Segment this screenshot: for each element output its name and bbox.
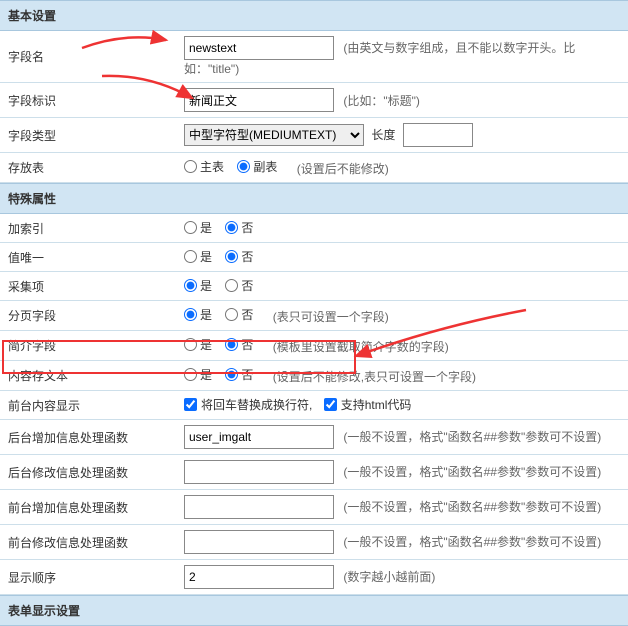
hint-paging: (表只可设置一个字段) xyxy=(273,310,389,324)
hint-storage-table: (设置后不能修改) xyxy=(297,162,389,176)
radio-paging-no[interactable]: 否 xyxy=(225,306,253,323)
radio-savetxt-yes[interactable]: 是 xyxy=(184,366,212,383)
check-br[interactable]: 将回车替换成换行符, xyxy=(184,396,312,413)
label-front-add-fn: 前台增加信息处理函数 xyxy=(0,490,176,525)
label-disp-order: 显示顺序 xyxy=(0,560,176,595)
hint-field-caption: (比如："标题") xyxy=(343,94,420,108)
label-backend-add-fn: 后台增加信息处理函数 xyxy=(0,420,176,455)
hint-backend-edit-fn: (一般不设置，格式"函数名##参数"参数可不设置) xyxy=(343,465,601,479)
hint-backend-add-fn: (一般不设置，格式"函数名##参数"参数可不设置) xyxy=(343,430,601,444)
hint-savetxt: (设置后不能修改,表只可设置一个字段) xyxy=(273,370,476,384)
input-backend-edit-fn[interactable] xyxy=(184,460,334,484)
input-length[interactable] xyxy=(403,123,473,147)
section-basic: 基本设置 xyxy=(0,0,628,31)
label-storage-table: 存放表 xyxy=(0,153,176,183)
hint-intro: (模板里设置截取简介字数的字段) xyxy=(273,340,449,354)
label-field-type: 字段类型 xyxy=(0,118,176,153)
input-backend-add-fn[interactable] xyxy=(184,425,334,449)
radio-collect-yes[interactable]: 是 xyxy=(184,277,212,294)
check-html[interactable]: 支持html代码 xyxy=(324,396,412,413)
radio-main-table[interactable]: 主表 xyxy=(184,158,224,175)
input-field-name[interactable] xyxy=(184,36,334,60)
label-field-name: 字段名 xyxy=(0,31,176,83)
label-add-index: 加索引 xyxy=(0,214,176,243)
radio-index-yes[interactable]: 是 xyxy=(184,219,212,236)
radio-paging-yes[interactable]: 是 xyxy=(184,306,212,323)
label-collect: 采集项 xyxy=(0,272,176,301)
section-formdisp: 表单显示设置 xyxy=(0,595,628,626)
radio-intro-no[interactable]: 否 xyxy=(225,336,253,353)
radio-savetxt-no[interactable]: 否 xyxy=(225,366,253,383)
input-disp-order[interactable] xyxy=(184,565,334,589)
section-special: 特殊属性 xyxy=(0,183,628,214)
input-front-edit-fn[interactable] xyxy=(184,530,334,554)
input-field-caption[interactable] xyxy=(184,88,334,112)
radio-sub-table[interactable]: 副表 xyxy=(237,158,277,175)
radio-unique-yes[interactable]: 是 xyxy=(184,248,212,265)
select-field-type[interactable]: 中型字符型(MEDIUMTEXT) xyxy=(184,124,364,146)
hint-disp-order: (数字越小越前面) xyxy=(343,570,435,584)
label-length: 长度 xyxy=(371,128,395,142)
label-paging: 分页字段 xyxy=(0,301,176,331)
label-backend-edit-fn: 后台修改信息处理函数 xyxy=(0,455,176,490)
label-front-edit-fn: 前台修改信息处理函数 xyxy=(0,525,176,560)
radio-index-no[interactable]: 否 xyxy=(225,219,253,236)
radio-intro-yes[interactable]: 是 xyxy=(184,336,212,353)
radio-collect-no[interactable]: 否 xyxy=(225,277,253,294)
input-front-add-fn[interactable] xyxy=(184,495,334,519)
label-intro: 简介字段 xyxy=(0,331,176,361)
label-unique: 值唯一 xyxy=(0,243,176,272)
hint-front-edit-fn: (一般不设置，格式"函数名##参数"参数可不设置) xyxy=(343,535,601,549)
label-field-caption: 字段标识 xyxy=(0,83,176,118)
radio-unique-no[interactable]: 否 xyxy=(225,248,253,265)
label-savetxt: 内容存文本 xyxy=(0,361,176,391)
hint-front-add-fn: (一般不设置，格式"函数名##参数"参数可不设置) xyxy=(343,500,601,514)
label-front-display: 前台内容显示 xyxy=(0,391,176,420)
